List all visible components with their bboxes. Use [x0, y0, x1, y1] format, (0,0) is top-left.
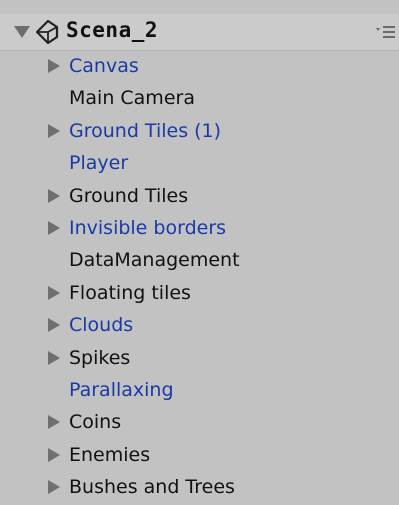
- hierarchy-item[interactable]: Ground Tiles (1): [0, 115, 399, 147]
- foldout-arrow-icon[interactable]: [48, 285, 60, 300]
- hierarchy-item-label: Invisible borders: [69, 216, 227, 239]
- hierarchy-item[interactable]: Spikes: [0, 342, 399, 374]
- expand-arrow-icon[interactable]: [14, 26, 30, 38]
- foldout-arrow-icon[interactable]: [48, 415, 60, 430]
- foldout-arrow-icon[interactable]: [48, 480, 60, 495]
- hierarchy-item-label: Enemies: [69, 443, 151, 466]
- hierarchy-item[interactable]: Invisible borders: [0, 212, 399, 244]
- hierarchy-item[interactable]: Floating tiles: [0, 277, 399, 309]
- foldout-arrow-icon[interactable]: [48, 59, 60, 73]
- hierarchy-item[interactable]: Bushes and Trees: [0, 471, 399, 503]
- hierarchy-item-label: Parallaxing: [69, 378, 174, 401]
- hierarchy-item-label: Coins: [69, 411, 122, 434]
- hierarchy-item-label: Floating tiles: [69, 281, 191, 304]
- foldout-arrow-icon[interactable]: [48, 447, 60, 462]
- hierarchy-item[interactable]: Clouds: [0, 309, 399, 341]
- hierarchy-item-label: Canvas: [69, 55, 139, 77]
- hierarchy-item-label: Spikes: [69, 346, 131, 369]
- scene-header-row[interactable]: Scena_2: [0, 14, 399, 51]
- hierarchy-item[interactable]: Coins: [0, 406, 399, 438]
- hierarchy-item-label: Player: [69, 152, 129, 175]
- hierarchy-item[interactable]: Enemies: [0, 439, 399, 471]
- hierarchy-tree: Canvas Main Camera Ground Tiles (1) Player G…: [0, 50, 399, 503]
- foldout-arrow-icon[interactable]: [48, 188, 60, 203]
- hierarchy-item[interactable]: Ground Tiles: [0, 180, 399, 212]
- hierarchy-item[interactable]: DataManagement: [0, 244, 399, 276]
- hierarchy-item[interactable]: Parallaxing: [0, 374, 399, 406]
- foldout-arrow-icon[interactable]: [48, 350, 60, 365]
- hierarchy-item-label: Ground Tiles (1): [69, 119, 222, 142]
- foldout-arrow-icon[interactable]: [48, 318, 60, 333]
- hierarchy-item-label: Bushes and Trees: [69, 476, 235, 499]
- hierarchy-item-label: DataManagement: [69, 249, 240, 272]
- foldout-arrow-icon[interactable]: [48, 220, 60, 235]
- hierarchy-item[interactable]: Main Camera: [0, 82, 399, 114]
- unity-scene-icon: [35, 19, 59, 45]
- hierarchy-item-label: Clouds: [69, 314, 134, 337]
- hierarchy-item[interactable]: Canvas: [0, 50, 399, 82]
- hierarchy-item-label: Main Camera: [69, 87, 195, 110]
- hierarchy-item-label: Ground Tiles: [69, 184, 189, 207]
- foldout-arrow-icon[interactable]: [48, 123, 60, 138]
- context-menu-icon[interactable]: [375, 22, 397, 42]
- hierarchy-panel: Scena_2 Canvas Main Camera Ground Tiles (1…: [0, 0, 399, 505]
- hierarchy-item[interactable]: Player: [0, 147, 399, 179]
- scene-title: Scena_2: [66, 18, 159, 42]
